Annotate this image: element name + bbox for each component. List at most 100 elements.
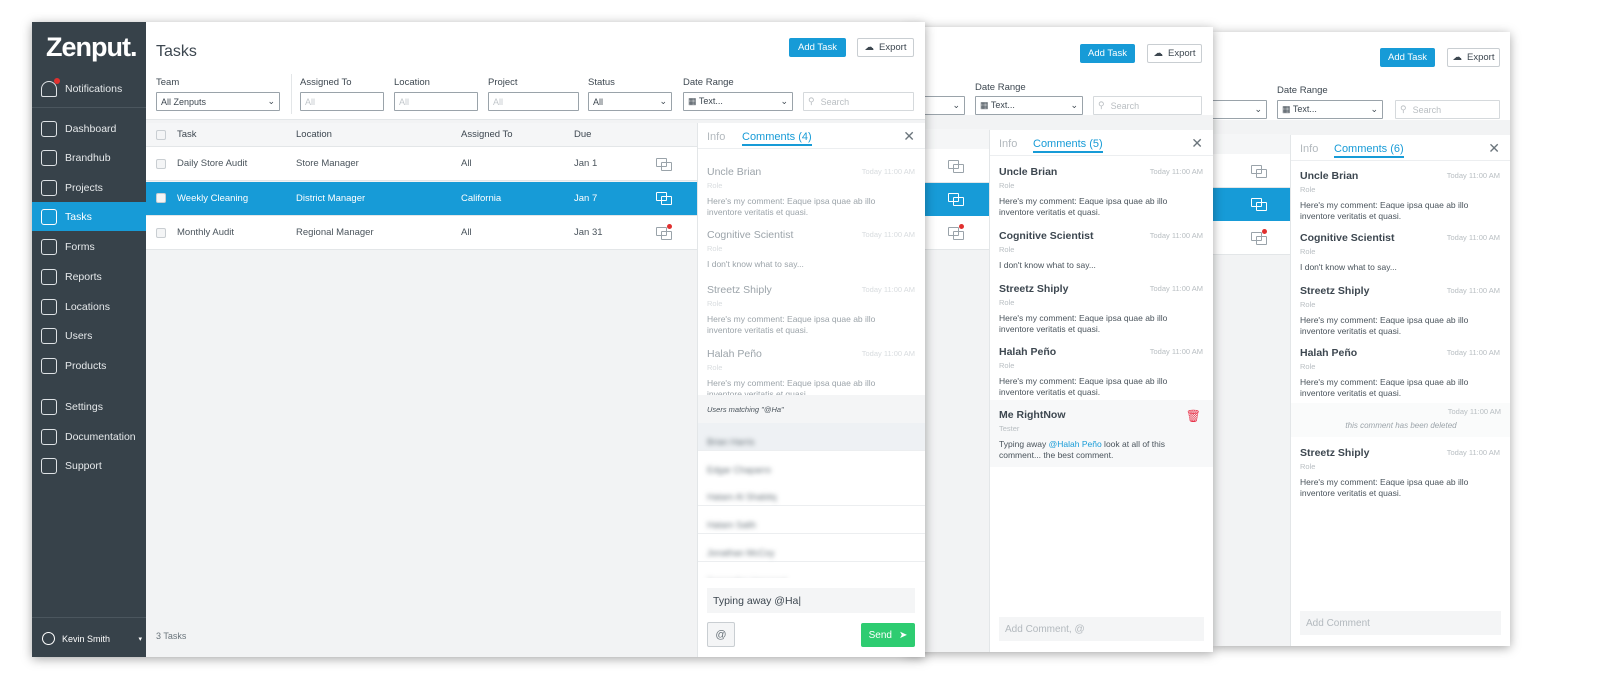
- sidebar-item-brandhub[interactable]: Brandhub: [32, 143, 146, 172]
- column-due[interactable]: Due: [574, 123, 591, 146]
- mention-user-option[interactable]: Edgar Chaparro: [698, 450, 925, 479]
- search-placeholder: Search: [1412, 104, 1442, 115]
- sidebar-item-users[interactable]: Users: [32, 321, 146, 350]
- export-label: Export: [879, 42, 907, 53]
- sidebar-item-projects[interactable]: Projects: [32, 173, 146, 202]
- table-row[interactable]: [1213, 154, 1290, 188]
- select-all-checkbox[interactable]: [156, 129, 166, 140]
- table-row[interactable]: Weekly Cleaning District Manager Califor…: [146, 181, 697, 216]
- tab-comments[interactable]: Comments (5): [1033, 138, 1103, 153]
- mention-user-option[interactable]: Brian Harris: [698, 423, 925, 451]
- date-range-select[interactable]: ▦ Text... ⌄: [683, 92, 793, 111]
- export-button[interactable]: ☁ Export: [857, 38, 914, 57]
- comments-icon[interactable]: [1251, 164, 1267, 178]
- comments-icon[interactable]: [656, 157, 672, 171]
- my-comment: Me RightNow 🗑 Tester Typing away @Halah …: [990, 400, 1213, 467]
- close-icon[interactable]: ✕: [1191, 135, 1203, 152]
- mention-user-option[interactable]: Hatam Al Shabitq: [698, 478, 925, 507]
- team-select[interactable]: All Zenputs ⌄: [156, 92, 280, 111]
- table-row[interactable]: [1213, 187, 1290, 222]
- assigned-to-input[interactable]: All: [300, 92, 384, 111]
- sidebar-item-products[interactable]: Products: [32, 351, 146, 380]
- sidebar-item-forms[interactable]: Forms: [32, 232, 146, 261]
- row-checkbox[interactable]: [156, 193, 166, 203]
- user-menu[interactable]: Kevin Smith ▾: [42, 632, 142, 645]
- comment-input[interactable]: Add Comment: [1300, 611, 1501, 635]
- comments-icon[interactable]: [656, 192, 672, 205]
- table-row[interactable]: Monthly Audit Regional Manager All Jan 3…: [146, 216, 697, 250]
- comment-input[interactable]: Typing away @Ha|: [707, 588, 915, 613]
- mention-user-option[interactable]: Jonathan McCoy: [698, 533, 925, 562]
- export-button[interactable]: ☁ Export: [1147, 44, 1202, 63]
- row-checkbox[interactable]: [156, 227, 166, 238]
- chevron-down-icon: ⌄: [1070, 100, 1078, 110]
- comment-input[interactable]: Add Comment, @: [999, 617, 1204, 641]
- search-input[interactable]: ⚲ Search: [1093, 96, 1202, 115]
- close-icon[interactable]: ✕: [1488, 140, 1500, 157]
- table-row[interactable]: Daily Store Audit Store Manager All Jan …: [146, 147, 697, 181]
- comment-role: Role: [999, 181, 1015, 190]
- add-task-button[interactable]: Add Task: [789, 38, 846, 57]
- project-input[interactable]: All: [488, 92, 579, 111]
- search-input[interactable]: ⚲ Search: [1395, 100, 1500, 119]
- comment-role: Role: [1300, 362, 1316, 371]
- comments-icon[interactable]: [948, 159, 964, 173]
- comments-icon[interactable]: [948, 223, 964, 240]
- export-button[interactable]: ☁ Export: [1447, 48, 1500, 67]
- sidebar-item-locations[interactable]: Locations: [32, 292, 146, 321]
- comment-text: Here's my comment: Eaque ipsa quae ab il…: [999, 313, 1168, 334]
- status-select[interactable]: All ⌄: [588, 92, 672, 111]
- date-range-value: Text...: [990, 100, 1015, 110]
- comment-role: Role: [707, 244, 723, 253]
- date-range-select[interactable]: ▦ Text... ⌄: [1277, 100, 1383, 119]
- tab-comments[interactable]: Comments (4): [742, 131, 812, 146]
- column-task[interactable]: Task: [177, 123, 197, 146]
- comments-icon[interactable]: [1251, 228, 1267, 245]
- sidebar-item-tasks[interactable]: Tasks: [32, 202, 146, 231]
- mention-link[interactable]: @Halah Peño: [1049, 439, 1102, 449]
- comments-panel: Info Comments (4) ✕ Uncle Brian Today 11:00 …: [697, 123, 925, 657]
- sidebar-item-label: Reports: [65, 270, 102, 283]
- tab-comments[interactable]: Comments (6): [1334, 143, 1404, 158]
- comment-text: Typing away @Halah Peño look at all of t…: [999, 439, 1189, 461]
- task-count: 3 Tasks: [156, 631, 187, 641]
- search-input[interactable]: ⚲ Search: [803, 92, 914, 111]
- comments-icon[interactable]: [1251, 198, 1267, 211]
- close-icon[interactable]: ✕: [903, 128, 915, 145]
- calendar-icon: ▦: [980, 100, 989, 110]
- sidebar-item-settings[interactable]: Settings: [32, 392, 146, 421]
- sidebar-item-dashboard[interactable]: Dashboard: [32, 114, 146, 143]
- comment-text: I don't know what to say...: [707, 259, 804, 269]
- date-range-select[interactable]: ▦ Text... ⌄: [975, 96, 1083, 115]
- status-value: All: [593, 96, 604, 107]
- date-range-value: Text...: [1292, 104, 1317, 114]
- comment-text: Here's my comment: Eaque ipsa quae ab il…: [707, 314, 876, 335]
- add-task-button[interactable]: Add Task: [1380, 48, 1435, 67]
- table-row[interactable]: [1213, 221, 1290, 255]
- tab-info[interactable]: Info: [707, 131, 725, 143]
- sidebar-item-reports[interactable]: Reports: [32, 262, 146, 291]
- trash-icon[interactable]: 🗑: [1186, 409, 1201, 423]
- mention-user-option[interactable]: Hatam Salih: [698, 506, 925, 535]
- sidebar-item-support[interactable]: Support: [32, 451, 146, 480]
- column-location[interactable]: Location: [296, 123, 332, 146]
- sidebar-item-documentation[interactable]: Documentation: [32, 422, 146, 451]
- row-checkbox[interactable]: [156, 158, 166, 169]
- comment-text: I don't know what to say...: [1300, 262, 1397, 272]
- panel-tabs: Info Comments (6) ✕: [1291, 135, 1510, 161]
- comments-icon[interactable]: [948, 193, 964, 206]
- sidebar-item-label: Products: [65, 359, 107, 372]
- send-button[interactable]: Send ➤: [861, 623, 915, 647]
- calendar-icon: ▦: [688, 96, 697, 106]
- mention-button[interactable]: @: [707, 622, 735, 647]
- add-task-button[interactable]: Add Task: [1080, 44, 1135, 63]
- tab-info[interactable]: Info: [1300, 143, 1318, 155]
- sidebar-item-notifications[interactable]: Notifications: [32, 74, 146, 103]
- date-range-value: Text...: [698, 96, 723, 106]
- window-comments-deleted: Add Task ☁ Export ⌄ Date Range ▦ Text... ⌄…: [1213, 32, 1510, 646]
- tab-info[interactable]: Info: [999, 138, 1017, 150]
- column-assigned-to[interactable]: Assigned To: [461, 123, 513, 146]
- comments-icon[interactable]: [656, 223, 672, 240]
- status-select[interactable]: ⌄: [1213, 100, 1267, 119]
- location-input[interactable]: All: [394, 92, 478, 111]
